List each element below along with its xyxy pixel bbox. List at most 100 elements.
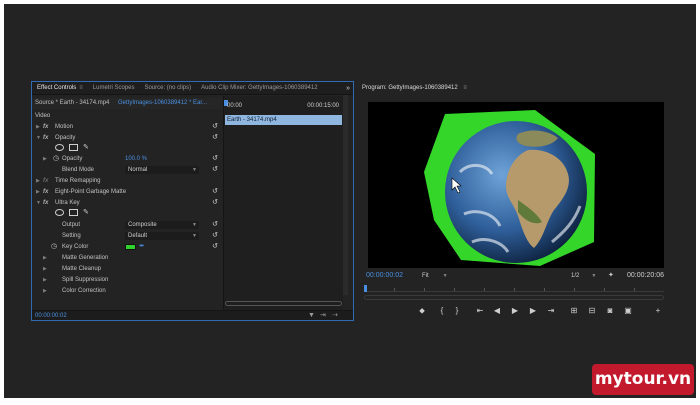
- timeline-clip[interactable]: Earth - 34174.mp4: [225, 115, 342, 125]
- reset-icon[interactable]: ↺: [212, 188, 218, 196]
- lift-icon[interactable]: ⊞: [568, 305, 580, 317]
- timeline-ruler[interactable]: 00:00 00:00:15:00: [224, 96, 343, 110]
- fx-toggle-icon[interactable]: fx: [43, 187, 48, 197]
- blend-mode-dropdown[interactable]: Normal ▼: [125, 166, 199, 174]
- resolution-dropdown[interactable]: 1/2 ▼: [571, 271, 596, 281]
- sequence-clip-link[interactable]: GettyImages-1060389412 * Ear...: [118, 98, 207, 109]
- reset-icon[interactable]: ↺: [212, 155, 218, 163]
- subgroup-row-matte-generation[interactable]: ▶ Matte Generation: [32, 253, 222, 263]
- zoom-dropdown[interactable]: Fit ▼: [422, 271, 448, 281]
- panel-menu-icon[interactable]: ≡: [463, 85, 467, 91]
- reset-icon[interactable]: ↺: [212, 243, 218, 251]
- expand-triangle-icon[interactable]: ▶: [43, 253, 47, 263]
- timeline-scrollbar[interactable]: [225, 301, 342, 306]
- go-to-in-icon[interactable]: ⇤: [474, 305, 486, 317]
- expand-triangle-icon[interactable]: ▶: [36, 187, 40, 197]
- reset-icon[interactable]: ↺: [212, 221, 218, 229]
- effect-controls-panel: Effect Controls ≡ Lumetri Scopes Source: …: [31, 81, 354, 321]
- panel-vertical-scrollbar[interactable]: [343, 95, 348, 295]
- reset-icon[interactable]: ↺: [212, 199, 218, 207]
- wrench-icon[interactable]: ✦: [608, 270, 614, 282]
- expand-triangle-icon[interactable]: ▶: [36, 176, 40, 186]
- footer-timecode[interactable]: 00:00:00:02: [35, 312, 67, 320]
- effect-timeline[interactable]: 00:00 00:00:15:00 Earth - 34174.mp4: [223, 96, 343, 310]
- filter-icon[interactable]: ▼: [308, 311, 315, 321]
- transport-controls: ⬥ { } ⇤ ◀ ▶ ▶ ⇥ ⊞ ⊟ ◙ ▣ +: [358, 305, 674, 317]
- monitor-zoom-scrollbar[interactable]: [364, 295, 664, 300]
- program-title: Program: GettyImages-1060389412: [362, 85, 458, 91]
- effect-row-motion[interactable]: ▶ fx Motion ↺: [32, 122, 222, 132]
- playhead-timecode[interactable]: 00:00:00:02: [366, 270, 403, 282]
- play-audio-icon[interactable]: ⇥: [320, 311, 326, 321]
- mark-out-icon[interactable]: }: [451, 305, 463, 317]
- tab-effect-controls[interactable]: Effect Controls ≡: [32, 82, 88, 95]
- timeline-end-tc: 00:00:15:00: [307, 103, 339, 109]
- key-color-swatch[interactable]: [125, 244, 136, 250]
- collapse-triangle-icon[interactable]: ▼: [36, 198, 41, 208]
- tab-lumetri-scopes[interactable]: Lumetri Scopes: [88, 82, 140, 95]
- go-to-out-icon[interactable]: ⇥: [545, 305, 557, 317]
- ruler-tick: [514, 288, 515, 291]
- ellipse-mask-icon[interactable]: [55, 209, 64, 216]
- extract-icon[interactable]: ⊟: [586, 305, 598, 317]
- tab-source[interactable]: Source: (no clips): [139, 82, 196, 95]
- effect-row-ultra-key[interactable]: ▼ fx Ultra Key ↺: [32, 198, 222, 208]
- step-back-icon[interactable]: ◀: [491, 305, 503, 317]
- reset-icon[interactable]: ↺: [212, 232, 218, 240]
- playhead-icon[interactable]: [364, 285, 367, 292]
- property-label: Output: [62, 222, 81, 228]
- monitor-time-ruler[interactable]: [364, 285, 664, 292]
- expand-triangle-icon[interactable]: ▶: [43, 264, 47, 274]
- reset-icon[interactable]: ↺: [212, 166, 218, 174]
- effect-row-opacity[interactable]: ▼ fx Opacity ↺: [32, 133, 222, 143]
- pen-mask-icon[interactable]: ✎: [83, 208, 89, 218]
- property-label: Setting: [62, 233, 81, 239]
- pen-mask-icon[interactable]: ✎: [83, 143, 89, 153]
- stopwatch-icon[interactable]: ◷: [53, 154, 59, 164]
- subgroup-row-matte-cleanup[interactable]: ▶ Matte Cleanup: [32, 264, 222, 274]
- fx-toggle-icon[interactable]: fx: [43, 176, 48, 186]
- output-dropdown[interactable]: Composite ▼: [125, 221, 199, 229]
- mark-in-icon[interactable]: {: [436, 305, 448, 317]
- program-viewer[interactable]: [368, 102, 664, 268]
- export-frame-icon[interactable]: ◙: [604, 305, 616, 317]
- source-row: Source * Earth - 34174.mp4 GettyImages-1…: [32, 98, 222, 109]
- step-forward-icon[interactable]: ▶: [527, 305, 539, 317]
- effect-label: Motion: [55, 124, 74, 130]
- more-tabs-icon[interactable]: »: [346, 82, 350, 95]
- rectangle-mask-icon[interactable]: [69, 144, 78, 151]
- reset-icon[interactable]: ↺: [212, 134, 218, 142]
- panel-menu-icon[interactable]: ≡: [79, 85, 83, 91]
- fx-toggle-icon[interactable]: fx: [43, 133, 48, 143]
- effect-label: Ultra Key: [55, 200, 80, 206]
- reset-icon[interactable]: ↺: [212, 123, 218, 131]
- stopwatch-icon[interactable]: ◷: [51, 242, 57, 252]
- property-label: Opacity: [62, 156, 83, 162]
- fx-toggle-icon[interactable]: fx: [43, 198, 48, 208]
- effect-row-eight-point[interactable]: ▶ fx Eight-Point Garbage Matte ↺: [32, 187, 222, 197]
- setting-dropdown[interactable]: Default ▼: [125, 232, 199, 240]
- comparison-view-icon[interactable]: ▣: [622, 305, 634, 317]
- expand-triangle-icon[interactable]: ▶: [43, 154, 47, 164]
- dropdown-value: Default: [128, 233, 148, 239]
- rectangle-mask-icon[interactable]: [69, 209, 78, 216]
- chevron-down-icon: ▼: [591, 273, 597, 279]
- export-icon[interactable]: ⇢: [332, 311, 338, 321]
- collapse-triangle-icon[interactable]: ▼: [36, 133, 41, 143]
- expand-triangle-icon[interactable]: ▶: [43, 286, 47, 296]
- add-marker-icon[interactable]: ⬥: [416, 305, 428, 317]
- effect-row-time-remapping[interactable]: ▶ fx Time Remapping: [32, 176, 222, 186]
- subgroup-row-spill-suppression[interactable]: ▶ Spill Suppression: [32, 275, 222, 285]
- opacity-value[interactable]: 100.0 %: [125, 154, 147, 164]
- expand-triangle-icon[interactable]: ▶: [43, 275, 47, 285]
- tab-audio-clip-mixer[interactable]: Audio Clip Mixer: GettyImages-1060389412: [196, 82, 322, 95]
- button-editor-icon[interactable]: +: [652, 305, 664, 317]
- program-title-row[interactable]: Program: GettyImages-1060389412 ≡: [362, 83, 467, 94]
- source-clip-selector[interactable]: Source * Earth - 34174.mp4: [35, 98, 109, 109]
- ellipse-mask-icon[interactable]: [55, 144, 64, 151]
- eyedropper-icon[interactable]: ✒: [139, 242, 145, 252]
- expand-triangle-icon[interactable]: ▶: [36, 122, 40, 132]
- fx-toggle-icon[interactable]: fx: [43, 122, 48, 132]
- play-icon[interactable]: ▶: [509, 305, 521, 317]
- subgroup-row-color-correction[interactable]: ▶ Color Correction: [32, 286, 222, 296]
